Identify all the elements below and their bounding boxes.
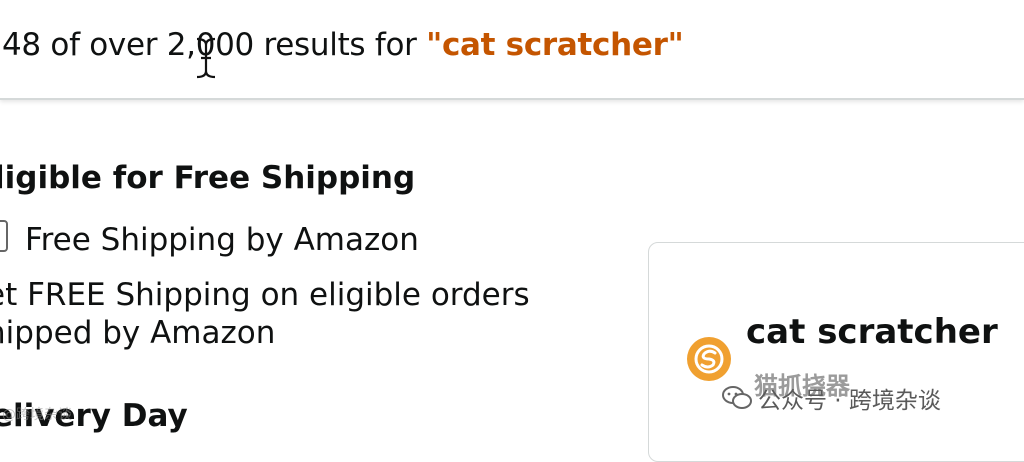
free-shipping-label[interactable]: Free Shipping by Amazon <box>25 222 419 258</box>
text-cursor-icon <box>196 37 216 79</box>
results-bar: 48 of over 2,000 results for "cat scratc… <box>0 0 1024 100</box>
wechat-watermark: 公众号 · 跨境杂谈 <box>722 380 941 416</box>
wechat-text: 公众号 · 跨境杂谈 <box>758 388 941 414</box>
free-shipping-heading: ligible for Free Shipping <box>0 160 416 196</box>
free-shipping-checkbox[interactable] <box>0 220 8 252</box>
search-query: "cat scratcher" <box>426 27 684 63</box>
logo-icon <box>687 337 731 381</box>
free-shipping-description: et FREE Shipping on eligible orders hipp… <box>0 277 530 351</box>
wechat-icon <box>722 386 752 409</box>
faint-watermark: @跨境杂谈 <box>2 407 72 423</box>
results-count: 48 of over 2,000 results for "cat scratc… <box>2 27 684 63</box>
card-title: cat scratcher <box>746 312 998 352</box>
